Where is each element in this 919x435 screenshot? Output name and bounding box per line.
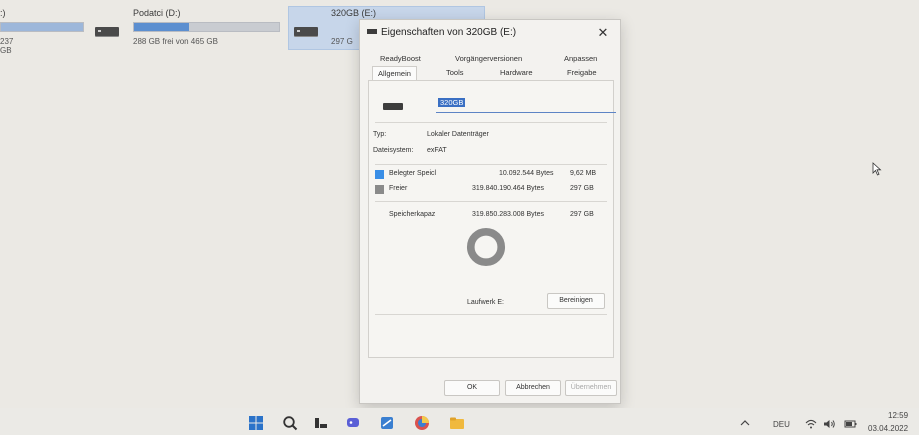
filesystem-value: exFAT — [427, 147, 447, 154]
drive-letter-label: Laufwerk E: — [467, 299, 504, 306]
divider — [375, 122, 607, 123]
drive-label: Podatci (D:) — [133, 8, 181, 18]
task-view-icon[interactable] — [313, 415, 329, 431]
tab-customize[interactable]: Anpassen — [564, 54, 597, 63]
store-icon[interactable] — [379, 415, 395, 431]
clock-time[interactable]: 12:59 — [888, 411, 908, 420]
file-explorer-icon[interactable] — [449, 415, 465, 431]
battery-icon[interactable] — [844, 419, 858, 429]
dialog-title: Eigenschaften von 320GB (E:) — [381, 27, 517, 38]
apply-button[interactable]: Übernehmen — [565, 380, 617, 396]
chat-icon[interactable] — [345, 415, 361, 431]
wifi-icon[interactable] — [805, 419, 817, 429]
used-space-swatch — [375, 170, 384, 179]
mouse-cursor-icon — [872, 162, 882, 176]
capacity-size: 297 GB — [570, 211, 594, 218]
capacity-bytes: 319.850.283.008 Bytes — [472, 211, 545, 218]
search-icon[interactable] — [282, 415, 298, 431]
tab-sharing[interactable]: Freigabe — [567, 68, 597, 77]
browser-icon[interactable] — [414, 415, 430, 431]
drive-free-text: 288 GB frei von 465 GB — [133, 37, 218, 46]
divider — [375, 164, 607, 165]
free-space-swatch — [375, 185, 384, 194]
tab-tools[interactable]: Tools — [446, 68, 464, 77]
properties-dialog: Eigenschaften von 320GB (E:) ✕ ReadyBoos… — [359, 19, 621, 404]
volume-icon[interactable] — [823, 419, 836, 429]
tab-general[interactable]: Allgemein — [372, 66, 417, 81]
type-value: Lokaler Datenträger — [427, 131, 489, 138]
drive-label: 320GB (E:) — [331, 8, 377, 18]
used-space-size: 9,62 MB — [570, 170, 597, 177]
disk-usage-ring — [466, 227, 506, 267]
ok-button[interactable]: OK — [444, 380, 500, 396]
dialog-titlebar[interactable]: Eigenschaften von 320GB (E:) ✕ — [360, 20, 620, 46]
cleanup-button[interactable]: Bereinigen — [547, 293, 605, 309]
start-icon[interactable] — [248, 415, 264, 431]
filesystem-label: Dateisystem: — [373, 147, 414, 154]
free-space-label: Freier — [389, 185, 408, 192]
tab-readyboost[interactable]: ReadyBoost — [380, 54, 421, 63]
tab-previous-versions[interactable]: Vorgängerversionen — [455, 54, 522, 63]
divider — [375, 314, 607, 315]
taskbar: DEU 12:59 03.04.2022 — [0, 408, 919, 435]
drive-label: :) — [0, 8, 6, 18]
type-label: Typ: — [373, 131, 387, 138]
drive-free-text: 237 GB — [0, 37, 14, 55]
general-tab-panel: 320GB Typ: Lokaler Datenträger Dateisyst… — [368, 80, 616, 358]
cancel-button[interactable]: Abbrechen — [505, 380, 561, 396]
divider — [375, 201, 607, 202]
drive-name-input[interactable]: 320GB — [436, 98, 616, 113]
drive-name-text: 320GB — [438, 98, 466, 107]
used-space-label: Belegter Speicl — [389, 170, 437, 177]
clock-date[interactable]: 03.04.2022 — [868, 424, 908, 433]
free-space-bytes: 319.840.190.464 Bytes — [472, 185, 545, 192]
drive-free-text: 297 G — [331, 37, 353, 46]
drive-icon — [367, 29, 377, 34]
tab-hardware[interactable]: Hardware — [500, 68, 533, 77]
free-space-size: 297 GB — [570, 185, 594, 192]
chevron-up-icon[interactable] — [740, 420, 750, 426]
free-space-ring — [466, 227, 506, 267]
usage-bar — [133, 22, 280, 32]
usage-bar — [0, 22, 84, 32]
capacity-label: Speicherkapaz — [389, 211, 436, 218]
drive-icon — [294, 27, 318, 36]
used-space-bytes: 10.092.544 Bytes — [499, 170, 554, 177]
input-language[interactable]: DEU — [773, 420, 790, 429]
close-button[interactable]: ✕ — [594, 24, 612, 42]
drive-icon — [95, 27, 119, 36]
drive-icon — [383, 103, 403, 110]
